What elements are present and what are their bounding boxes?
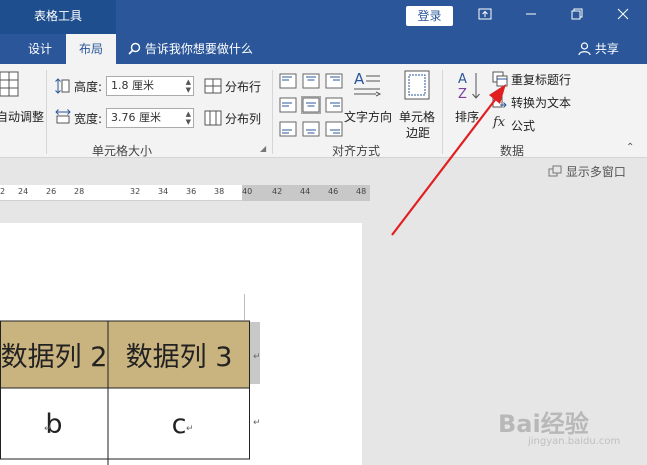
annotation-arrow	[391, 84, 506, 236]
baidu-watermark: Bai经验	[498, 410, 589, 438]
baidu-watermark-url: jingyan.baidu.com	[528, 436, 621, 447]
